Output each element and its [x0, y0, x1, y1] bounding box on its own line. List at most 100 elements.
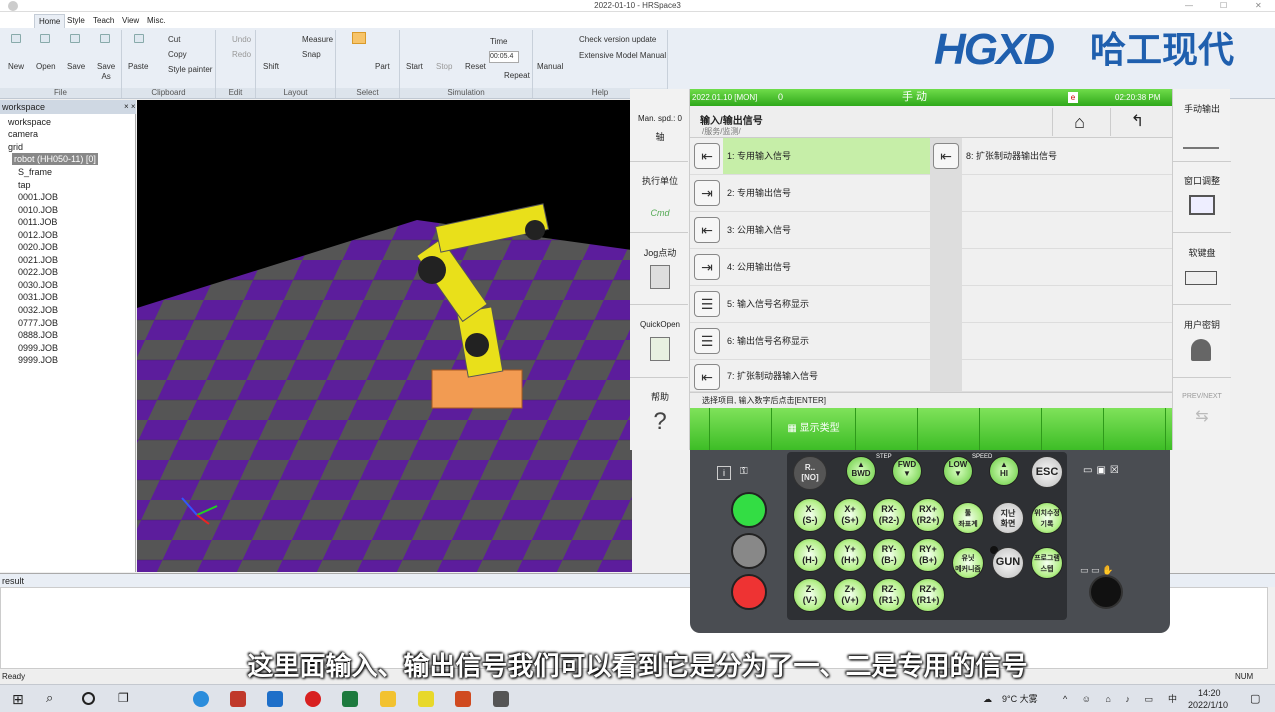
tree-item-job[interactable]: 0010.JOB	[18, 204, 58, 216]
menu-item-dedicated-output[interactable]: 2: 专用输出信号	[723, 175, 930, 211]
fkey-2[interactable]	[710, 408, 772, 450]
tab-style[interactable]: Style	[63, 14, 89, 28]
jog-x-plus-button[interactable]: X+ (S+)	[833, 498, 867, 532]
cut-button[interactable]: Cut	[168, 35, 180, 45]
fkey-display-type[interactable]: ▦ 显示类型	[772, 408, 856, 450]
tree-item-job[interactable]: 0999.JOB	[18, 342, 58, 354]
jog-ry-minus-button[interactable]: RY- (B-)	[872, 538, 906, 572]
tree-item-camera[interactable]: camera	[8, 128, 38, 140]
help-button[interactable]: 帮助	[630, 391, 690, 403]
notification-icon[interactable]: ▢	[1250, 692, 1260, 705]
weather-icon[interactable]: ☁	[983, 693, 992, 705]
soft-keyboard-button[interactable]: 软键盘	[1173, 247, 1231, 259]
search-icon[interactable]: ⌕	[46, 690, 53, 706]
jog-rz-minus-button[interactable]: RZ- (R1-)	[872, 578, 906, 612]
tree-item-workspace[interactable]: workspace	[8, 116, 51, 128]
tree-item-job[interactable]: 0012.JOB	[18, 229, 58, 241]
jog-x-minus-button[interactable]: X- (S-)	[793, 498, 827, 532]
maximize-icon[interactable]: ☐	[1220, 0, 1227, 11]
window-adjust-button[interactable]: 窗口调整	[1173, 175, 1231, 187]
jog-rz-plus-button[interactable]: RZ+ (R1+)	[911, 578, 945, 612]
speed-low-button[interactable]: LOW ▼	[943, 456, 973, 486]
jog-ry-plus-button[interactable]: RY+ (B+)	[911, 538, 945, 572]
prev-next-button[interactable]: PREV/NEXT	[1173, 391, 1231, 403]
tree-item-job[interactable]: 9999.JOB	[18, 354, 58, 366]
tree-item-job[interactable]: 0031.JOB	[18, 291, 58, 303]
red-lamp-button[interactable]	[731, 574, 767, 610]
menu-item-output-names[interactable]: 6: 输出信号名称显示	[723, 323, 930, 359]
jog-button[interactable]: Jog点动	[630, 247, 690, 259]
fkey-5[interactable]	[918, 408, 980, 450]
task-view-icon[interactable]: ❐	[118, 691, 129, 705]
info-icon[interactable]: i	[717, 466, 731, 480]
clock-time[interactable]: 14:20	[1198, 687, 1221, 699]
panel-close-icon[interactable]: × ×	[124, 100, 136, 114]
explorer-icon[interactable]	[380, 691, 396, 707]
snap-button[interactable]: Snap	[302, 50, 321, 60]
fkey-7[interactable]	[1042, 408, 1104, 450]
home-icon[interactable]: ⌂	[1052, 108, 1106, 136]
tool-coord-button[interactable]: 툴 좌표계	[952, 502, 984, 534]
open-button[interactable]: Open	[36, 62, 56, 72]
app-icon[interactable]	[305, 691, 321, 707]
axis-button[interactable]: 轴	[630, 131, 690, 143]
tree-item-job[interactable]: 0011.JOB	[18, 216, 57, 228]
r-no-button[interactable]: R.. [NO]	[793, 456, 827, 490]
repeat-button[interactable]: Repeat	[504, 71, 530, 81]
tree-item-job[interactable]: 0022.JOB	[18, 266, 58, 278]
tree-item-tap[interactable]: tap	[18, 179, 31, 191]
menu-item-public-input[interactable]: 3: 公用输入信号	[723, 212, 930, 248]
tree-item-job[interactable]: 0021.JOB	[18, 254, 58, 266]
key-icon[interactable]: ⚿	[740, 466, 750, 480]
select-mode-icon[interactable]	[352, 32, 366, 44]
tree-item-job[interactable]: 0001.JOB	[18, 191, 58, 203]
jog-y-minus-button[interactable]: Y- (H-)	[793, 538, 827, 572]
minimize-icon[interactable]: —	[1185, 0, 1193, 11]
shift-button[interactable]: Shift	[263, 62, 279, 72]
gun-button[interactable]: GUN	[992, 547, 1024, 579]
unit-mechanism-button[interactable]: 유닛 메커니즘	[952, 547, 984, 579]
new-button[interactable]: New	[8, 62, 24, 72]
jog-z-minus-button[interactable]: Z- (V-)	[793, 578, 827, 612]
time-field[interactable]: 00:05.4	[489, 51, 519, 63]
app-icon[interactable]	[418, 691, 434, 707]
fkey-4[interactable]	[856, 408, 918, 450]
redo-button[interactable]: Redo	[232, 50, 251, 60]
tab-home[interactable]: Home	[34, 14, 66, 28]
undo-button[interactable]: Undo	[232, 35, 251, 45]
edge-icon[interactable]	[193, 691, 209, 707]
user-key-button[interactable]: 用户密钥	[1173, 319, 1231, 331]
mode-selector-knob[interactable]	[1089, 575, 1123, 609]
tray-icons[interactable]: ^ ☺ ⌂ ♪ ▭	[1063, 693, 1159, 705]
copy-button[interactable]: Copy	[168, 50, 187, 60]
menu-item-ext-brake-output[interactable]: 8: 扩张制动器输出信号	[962, 138, 1172, 174]
fwd-button[interactable]: FWD ▼	[892, 456, 922, 486]
paste-button[interactable]: Paste	[128, 62, 148, 72]
tree-item-job[interactable]: 0032.JOB	[18, 304, 58, 316]
fkey-8[interactable]	[1104, 408, 1166, 450]
tree-item-job[interactable]: 0020.JOB	[18, 241, 58, 253]
hrspace-icon[interactable]	[493, 691, 509, 707]
3d-viewport[interactable]	[137, 100, 632, 572]
grey-lamp-button[interactable]	[731, 533, 767, 569]
jog-rx-plus-button[interactable]: RX+ (R2+)	[911, 498, 945, 532]
menu-item-dedicated-input[interactable]: 1: 专用输入信号	[723, 138, 930, 174]
fkey-6[interactable]	[980, 408, 1042, 450]
check-update-button[interactable]: Check version update	[579, 35, 656, 45]
bwd-button[interactable]: ▲ BWD	[846, 456, 876, 486]
powerpoint-icon[interactable]	[455, 691, 471, 707]
tab-teach[interactable]: Teach	[89, 14, 118, 28]
part-button[interactable]: Part	[375, 62, 390, 72]
style-painter-button[interactable]: Style painter	[168, 65, 212, 75]
green-lamp-button[interactable]	[731, 492, 767, 528]
windows-start-icon[interactable]: ⊞	[12, 691, 24, 707]
measure-button[interactable]: Measure	[302, 35, 333, 45]
tree-item-job[interactable]: 0777.JOB	[18, 317, 58, 329]
esc-button[interactable]: ESC	[1031, 456, 1063, 488]
window-controls-icon[interactable]: ▭▣☒	[1083, 465, 1123, 476]
menu-item-input-names[interactable]: 5: 输入信号名称显示	[723, 286, 930, 322]
tab-view[interactable]: View	[118, 14, 143, 28]
program-step-button[interactable]: 프로그램 스텝	[1031, 547, 1063, 579]
menu-item-ext-brake-input[interactable]: 7: 扩张制动器输入信号	[723, 360, 930, 392]
quickopen-button[interactable]: QuickOpen	[630, 319, 690, 331]
